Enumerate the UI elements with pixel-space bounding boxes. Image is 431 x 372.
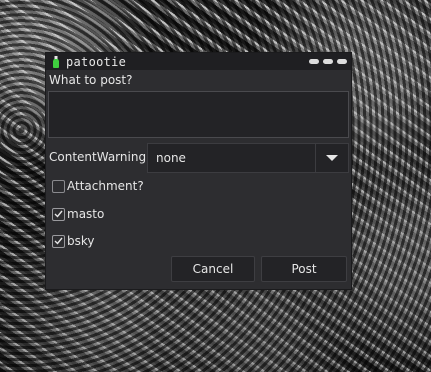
post-text-area[interactable] — [48, 91, 349, 138]
maximize-button[interactable] — [323, 59, 333, 64]
cancel-button[interactable]: Cancel — [171, 256, 255, 282]
checkmark-icon — [54, 210, 63, 218]
content-warning-value: none — [156, 151, 186, 165]
window-controls — [309, 59, 347, 64]
post-prompt-label: What to post? — [49, 73, 133, 87]
content-warning-select[interactable]: none — [147, 143, 349, 173]
chevron-down-icon — [326, 155, 338, 161]
post-button[interactable]: Post — [261, 256, 347, 282]
close-button[interactable] — [337, 59, 347, 64]
bsky-checkbox[interactable] — [52, 234, 65, 248]
content-warning-label: ContentWarning — [49, 150, 147, 164]
checkmark-icon — [54, 237, 63, 245]
attachment-label: Attachment? — [67, 179, 144, 193]
masto-label: masto — [67, 207, 105, 221]
window-titlebar[interactable]: patootie — [46, 53, 351, 70]
window-title: patootie — [66, 54, 127, 69]
attachment-checkbox-row[interactable]: Attachment? — [52, 179, 144, 193]
dropdown-toggle-button[interactable] — [315, 144, 348, 172]
bsky-label: bsky — [67, 234, 95, 248]
bsky-checkbox-row[interactable]: bsky — [52, 234, 95, 248]
attachment-checkbox[interactable] — [52, 179, 65, 193]
green-bottle-icon — [51, 55, 61, 69]
post-dialog-window: patootie What to post? ContentWarning no… — [46, 53, 351, 289]
masto-checkbox-row[interactable]: masto — [52, 207, 104, 221]
masto-checkbox[interactable] — [52, 207, 65, 221]
minimize-button[interactable] — [309, 59, 319, 64]
